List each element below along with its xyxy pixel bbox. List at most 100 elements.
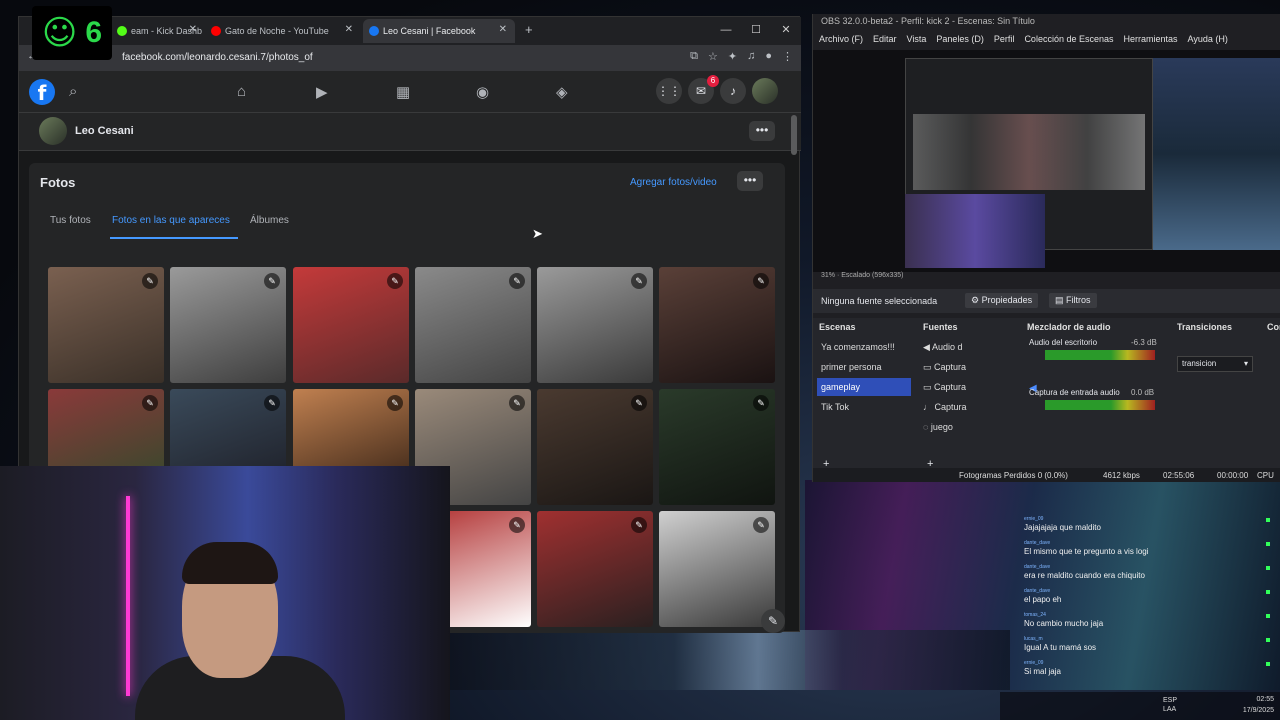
close-icon[interactable]: ✕ xyxy=(189,24,197,35)
edit-pencil-icon[interactable]: ✎ xyxy=(631,395,647,411)
chat-badge xyxy=(1266,662,1270,666)
photo-thumbnail[interactable]: ✎ xyxy=(659,267,775,383)
tab-bar: eam - Kick Dashb ✕ Gato de Noche - YouTu… xyxy=(19,17,801,45)
menu-item-docks[interactable]: Paneles (D) xyxy=(936,34,984,44)
youtube-icon xyxy=(211,26,221,36)
edit-pencil-icon[interactable]: ✎ xyxy=(509,395,525,411)
edit-pencil-icon[interactable]: ✎ xyxy=(509,273,525,289)
tab-facebook[interactable]: Leo Cesani | Facebook ✕ xyxy=(363,19,515,43)
photo-thumbnail[interactable]: ✎ xyxy=(537,389,653,505)
clock-date: 17/9/2025 xyxy=(1242,707,1274,714)
menu-icon[interactable]: ⋮ xyxy=(782,50,793,63)
chat-username[interactable]: dante_dave xyxy=(1024,588,1050,594)
source-item[interactable]: ◌ juego xyxy=(923,422,953,432)
menu-item-view[interactable]: Vista xyxy=(907,34,927,44)
tab-your-photos[interactable]: Tus fotos xyxy=(50,215,91,226)
language-indicator[interactable]: ESP LAA xyxy=(1163,696,1177,714)
menu-item-file[interactable]: Archivo (F) xyxy=(819,34,863,44)
compose-icon[interactable]: ✎ xyxy=(761,609,785,633)
close-icon[interactable]: ✕ xyxy=(499,24,507,35)
facebook-logo-icon[interactable]: f xyxy=(29,79,55,105)
close-window-icon[interactable]: ✕ xyxy=(771,17,801,45)
filters-button[interactable]: ▤ Filtros xyxy=(1049,293,1097,308)
install-icon[interactable]: ⧉ xyxy=(690,50,698,63)
bookmark-star-icon[interactable]: ☆ xyxy=(708,50,718,63)
chat-username[interactable]: lucas_m xyxy=(1024,636,1043,642)
edit-pencil-icon[interactable]: ✎ xyxy=(509,517,525,533)
menu-item-edit[interactable]: Editar xyxy=(873,34,897,44)
obs-preview[interactable] xyxy=(813,50,1280,272)
source-item[interactable]: ◀ Audio d xyxy=(923,342,962,353)
url-text[interactable]: facebook.com/leonardo.cesani.7/photos_of xyxy=(122,52,313,63)
transition-select[interactable]: transicion ▾ xyxy=(1177,356,1253,372)
close-icon[interactable]: ✕ xyxy=(345,24,353,35)
menu-item-profile[interactable]: Perfil xyxy=(994,34,1015,44)
edit-pencil-icon[interactable]: ✎ xyxy=(753,395,769,411)
groups-icon[interactable]: ◉ xyxy=(476,83,489,101)
clock[interactable]: 02:55 17/9/2025 xyxy=(1243,694,1274,716)
edit-pencil-icon[interactable]: ✎ xyxy=(753,517,769,533)
photo-thumbnail[interactable]: ✎ xyxy=(659,511,775,627)
edit-pencil-icon[interactable]: ✎ xyxy=(387,273,403,289)
chat-username[interactable]: ernie_09 xyxy=(1024,660,1043,666)
photo-thumbnail[interactable]: ✎ xyxy=(659,389,775,505)
edit-pencil-icon[interactable]: ✎ xyxy=(264,395,280,411)
marketplace-icon[interactable]: ▦ xyxy=(396,83,410,101)
extensions-icon[interactable]: ✦ xyxy=(728,50,737,63)
chat-username[interactable]: tomas_24 xyxy=(1024,612,1046,618)
source-item[interactable]: ♩ Captura xyxy=(923,402,967,412)
edit-pencil-icon[interactable]: ✎ xyxy=(142,273,158,289)
photo-thumbnail[interactable]: ✎ xyxy=(170,267,286,383)
tab-youtube[interactable]: Gato de Noche - YouTube ✕ xyxy=(205,19,361,43)
apps-menu-icon[interactable]: ⋮⋮ xyxy=(656,78,682,104)
source-item[interactable]: ▭ Captura xyxy=(923,362,966,373)
home-icon[interactable]: ⌂ xyxy=(237,83,246,100)
edit-pencil-icon[interactable]: ✎ xyxy=(631,517,647,533)
facebook-favicon-icon xyxy=(369,26,379,36)
neon-light xyxy=(126,496,130,696)
photo-thumbnail[interactable]: ✎ xyxy=(537,267,653,383)
photo-thumbnail[interactable]: ✎ xyxy=(537,511,653,627)
source-item[interactable]: ▭ Captura xyxy=(923,382,966,393)
menu-item-tools[interactable]: Herramientas xyxy=(1124,34,1178,44)
edit-pencil-icon[interactable]: ✎ xyxy=(264,273,280,289)
photo-thumbnail[interactable]: ✎ xyxy=(415,267,531,383)
menu-item-scene-collection[interactable]: Colección de Escenas xyxy=(1024,34,1113,44)
tab-albums[interactable]: Álbumes xyxy=(250,215,289,226)
profile-name[interactable]: Leo Cesani xyxy=(75,125,134,137)
edit-pencil-icon[interactable]: ✎ xyxy=(631,273,647,289)
more-options-icon[interactable]: ••• xyxy=(749,121,775,141)
profile-icon[interactable]: ● xyxy=(765,50,772,63)
scene-item[interactable]: primer persona xyxy=(817,358,911,376)
account-avatar[interactable] xyxy=(752,78,778,104)
search-icon[interactable]: ⌕ xyxy=(69,83,77,100)
tab-kick[interactable]: eam - Kick Dashb ✕ xyxy=(111,19,205,43)
scrollbar[interactable] xyxy=(791,115,797,155)
media-icon[interactable]: ♫ xyxy=(747,50,755,63)
scene-item-selected[interactable]: gameplay xyxy=(817,378,911,396)
chat-username[interactable]: dante_dave xyxy=(1024,540,1050,546)
menu-item-help[interactable]: Ayuda (H) xyxy=(1188,34,1228,44)
tab-photos-of-you[interactable]: Fotos en las que apareces xyxy=(112,215,230,226)
chat-username[interactable]: dante_dave xyxy=(1024,564,1050,570)
edit-pencil-icon[interactable]: ✎ xyxy=(142,395,158,411)
edit-pencil-icon[interactable]: ✎ xyxy=(387,395,403,411)
video-icon[interactable]: ▶ xyxy=(316,83,328,101)
mixer-header: Mezclador de audio xyxy=(1027,322,1111,332)
avatar[interactable] xyxy=(39,117,67,145)
bitrate: 4612 kbps xyxy=(1103,471,1140,480)
more-options-icon[interactable]: ••• xyxy=(737,171,763,191)
properties-button[interactable]: ⚙ Propiedades xyxy=(965,293,1039,308)
chat-username[interactable]: ernie_09 xyxy=(1024,516,1043,522)
edit-pencil-icon[interactable]: ✎ xyxy=(753,273,769,289)
scene-item[interactable]: Tik Tok xyxy=(817,398,911,416)
scene-item[interactable]: Ya comenzamos!!! xyxy=(817,338,911,356)
photo-thumbnail[interactable]: ✎ xyxy=(48,267,164,383)
new-tab-icon[interactable]: + xyxy=(525,22,533,37)
gaming-icon[interactable]: ◈ xyxy=(556,83,568,101)
maximize-icon[interactable]: ☐ xyxy=(741,17,771,45)
notifications-bell-icon[interactable]: ♪ xyxy=(720,78,746,104)
minimize-icon[interactable]: — xyxy=(711,17,741,45)
photo-thumbnail[interactable]: ✎ xyxy=(293,267,409,383)
add-photos-link[interactable]: Agregar fotos/video xyxy=(630,177,717,188)
